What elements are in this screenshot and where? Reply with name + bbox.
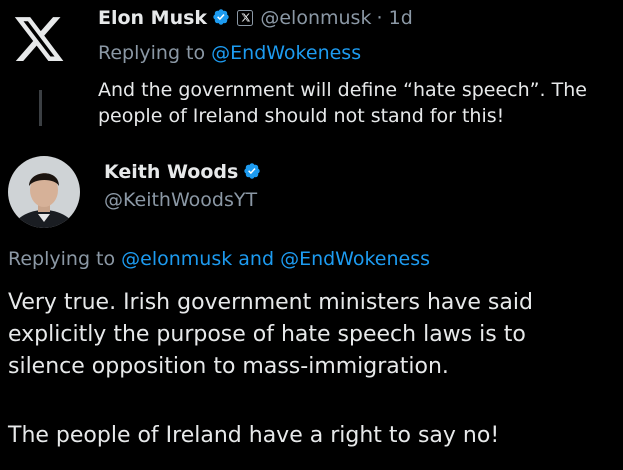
tweet-time[interactable]: · 1d [377,7,413,29]
tweet2-text-line: explicitly the purpose of hate speech la… [8,322,526,347]
verified-badge-icon [213,9,229,25]
tweet2-header: Keith Woods [104,161,261,183]
reply-mention-endwokeness[interactable]: @EndWokeness [211,42,361,64]
avatar[interactable] [8,156,80,228]
tweet2-text-line: Very true. Irish government ministers ha… [8,290,533,315]
x-affiliation-icon [237,10,254,26]
x-logo-icon[interactable] [12,12,66,66]
thread-line [39,90,42,126]
author-handle[interactable]: @KeithWoodsYT [104,189,257,211]
verified-badge-icon [244,163,261,179]
author-name[interactable]: Elon Musk [98,7,207,29]
tweet2-text: Very true. Irish government ministers ha… [8,287,608,452]
tweet1-text-line: And the government will define “hate spe… [98,79,587,101]
author-name[interactable]: Keith Woods [104,161,238,183]
tweet2-text-line: silence opposition to mass-immigration. [8,354,449,379]
tweet1-text: And the government will define “hate spe… [98,77,618,129]
reply-prefix: Replying to [8,248,122,270]
tweet1-header: Elon Musk @elonmusk · 1d [98,7,413,29]
reply-mention-elonmusk[interactable]: @elonmusk [121,248,232,270]
author-handle[interactable]: @elonmusk [260,7,371,29]
tweet2-text-line: The people of Ireland have a right to sa… [8,423,500,448]
reply-context: Replying to @elonmusk and @EndWokeness [8,248,430,270]
reply-and: and [232,248,281,270]
tweet1-text-line: people of Ireland should not stand for t… [98,105,505,127]
reply-context: Replying to @EndWokeness [98,42,361,64]
reply-mention-endwokeness[interactable]: @EndWokeness [280,248,430,270]
reply-prefix: Replying to [98,42,212,64]
